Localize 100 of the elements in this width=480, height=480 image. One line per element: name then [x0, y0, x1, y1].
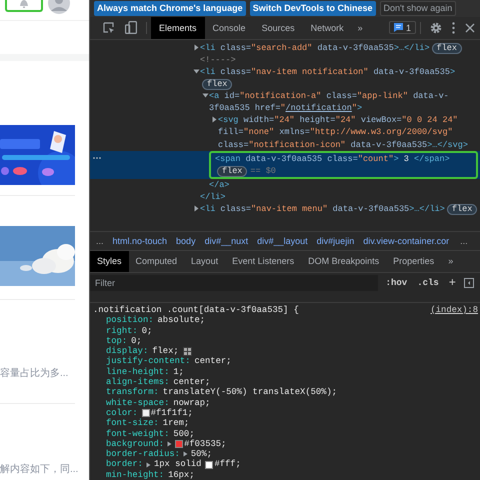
dom-node-markup: <li class="nav-item menu" data-v-3f0aa535>…</li>	[200, 204, 445, 214]
breadcrumb-overflow[interactable]: ...	[96, 236, 104, 246]
color-swatch[interactable]	[175, 440, 184, 448]
closing-tag: </li>	[200, 190, 226, 203]
breadcrumb-item[interactable]: div#juejin	[316, 236, 354, 246]
panel-tab[interactable]: Network	[302, 16, 352, 39]
new-rule-button[interactable]: +	[446, 276, 458, 290]
css-value: 50%;	[190, 449, 212, 460]
expand-arrow-icon[interactable]	[193, 204, 200, 212]
more-tabs-button[interactable]: »	[352, 16, 369, 39]
infobar-button[interactable]: Switch DevTools to Chinese	[250, 0, 376, 16]
css-value: translateY(-50%) translateX(50%);	[162, 387, 338, 398]
filter-field[interactable]: Filter	[90, 274, 378, 291]
expand-arrow-icon[interactable]	[193, 44, 200, 51]
expand-arrow-icon[interactable]	[146, 462, 151, 468]
expand-arrow-icon[interactable]	[211, 116, 218, 124]
css-property: line-height:	[106, 366, 170, 378]
css-property: font-weight:	[106, 428, 170, 439]
css-value: center;	[173, 377, 210, 388]
css-value: #f03535;	[184, 438, 226, 450]
css-value: 0;	[131, 336, 142, 346]
expand-arrow-icon[interactable]	[182, 451, 188, 458]
panel-tab[interactable]: Sources	[254, 16, 303, 39]
device-toolbar-icon[interactable]	[125, 21, 137, 34]
breadcrumb-item[interactable]: body	[176, 236, 196, 246]
article-excerpt: 容量占比为多...	[0, 366, 70, 380]
css-property: justify-content:	[106, 356, 190, 367]
color-swatch[interactable]	[205, 460, 214, 469]
breadcrumb-item[interactable]: div#__layout	[257, 236, 308, 246]
styles-tab[interactable]: Layout	[184, 250, 226, 272]
closing-tag: </a>	[209, 178, 230, 191]
flex-badge[interactable]: flex	[432, 42, 462, 54]
css-property: white-space:	[106, 398, 170, 408]
dom-node-markup: <li class="nav-item notification" data-v-3f0aa535>	[200, 66, 456, 77]
flex-badge[interactable]: flex	[217, 166, 248, 177]
flex-badge[interactable]: flex	[446, 204, 478, 215]
css-value: 500;	[173, 428, 194, 439]
css-value: 1rem;	[162, 418, 190, 429]
css-property: display:	[106, 346, 148, 356]
css-property: font-size:	[106, 418, 159, 429]
css-property: right:	[106, 326, 138, 336]
css-value: 16px;	[168, 470, 194, 480]
css-property: top:	[106, 336, 128, 346]
css-property: align-items:	[106, 377, 170, 388]
settings-icon[interactable]	[430, 22, 442, 34]
css-value: 1px solid	[154, 459, 202, 470]
collapse-arrow-icon[interactable]	[193, 68, 200, 75]
dom-node-markup: <svg width="24" height="24" viewBox="0 0 24 24" fill="none" xmlns="http://www.w3.org/2000/svg" class="notification-icon" data-v-3f0aa535>…</svg>	[218, 115, 468, 150]
css-value: 1;	[173, 366, 184, 378]
css-property: color:	[106, 408, 138, 418]
inspect-icon[interactable]	[103, 22, 115, 34]
styles-tab[interactable]: Event Listeners	[225, 250, 302, 272]
css-value: nowrap;	[173, 398, 210, 408]
css-value: #f1f1f1;	[150, 408, 193, 418]
infobar-button[interactable]: Always match Chrome's language	[94, 0, 246, 16]
class-button[interactable]: .cls	[415, 278, 441, 288]
issues-button[interactable]: 1	[388, 21, 416, 34]
expand-arrow-icon[interactable]	[167, 440, 172, 447]
css-property: min-height:	[106, 470, 164, 480]
css-value: 0;	[142, 326, 152, 336]
styles-tab[interactable]: Computed	[128, 250, 184, 272]
kebab-menu-icon[interactable]	[452, 22, 455, 34]
more-icon[interactable]	[93, 156, 101, 159]
selected-node-marker: == $0	[250, 166, 276, 176]
flexbox-editor-icon[interactable]	[182, 346, 192, 356]
dom-node-markup: <!---->	[200, 54, 236, 65]
css-property: position:	[106, 315, 154, 326]
article-excerpt: 解内容如下，同...	[0, 462, 80, 476]
dom-node-markup: <a id="notification-a" class="app-link" data-v-3f0aa535 href="/notification">	[209, 91, 449, 114]
panel-tab[interactable]: Elements	[151, 16, 205, 39]
breadcrumb-item[interactable]: div#__nuxt	[204, 236, 248, 246]
dom-node-markup: <li class="search-add" data-v-3f0aa535>…</li>	[200, 42, 430, 53]
flex-badge[interactable]: flex	[202, 79, 232, 90]
infobar-button[interactable]: Don't show again	[380, 0, 456, 16]
styles-tab[interactable]: DOM Breakpoints	[301, 250, 386, 272]
css-selector: .notification .count[data-v-3f0aa535] {	[93, 304, 299, 316]
styles-tab[interactable]: Styles	[90, 250, 129, 272]
more-tabs-button[interactable]: »	[441, 250, 460, 272]
css-property: border-radius:	[106, 449, 180, 460]
styles-tab[interactable]: Properties	[386, 250, 442, 272]
css-value: flex;	[152, 346, 179, 356]
css-property: border:	[106, 459, 143, 470]
dom-node-markup: <span data-v-3f0aa535 class="count"> 3 </span>	[215, 154, 450, 164]
breadcrumb-item[interactable]: html.no-touch	[112, 236, 168, 246]
bell-icon	[18, 0, 30, 8]
css-property: background:	[106, 438, 164, 450]
selected-node-row[interactable]: <span data-v-3f0aa535 class="count"> 3 </span> flex == $0	[90, 150, 480, 179]
css-value: #fff;	[214, 459, 241, 470]
css-property: transform:	[106, 387, 159, 398]
close-icon[interactable]	[465, 22, 475, 33]
css-value: center;	[194, 356, 232, 367]
color-swatch[interactable]	[142, 409, 150, 418]
hover-state-button[interactable]: :hov	[384, 278, 410, 288]
sidebar-toggle-icon[interactable]	[464, 278, 474, 288]
breadcrumb-item[interactable]: div.view-container.cor	[363, 236, 450, 246]
source-link[interactable]: (index):8	[430, 304, 478, 316]
chat-icon	[394, 23, 403, 32]
collapse-arrow-icon[interactable]	[202, 92, 209, 100]
href-link[interactable]: /notification	[286, 103, 352, 114]
panel-tab[interactable]: Console	[204, 16, 254, 39]
